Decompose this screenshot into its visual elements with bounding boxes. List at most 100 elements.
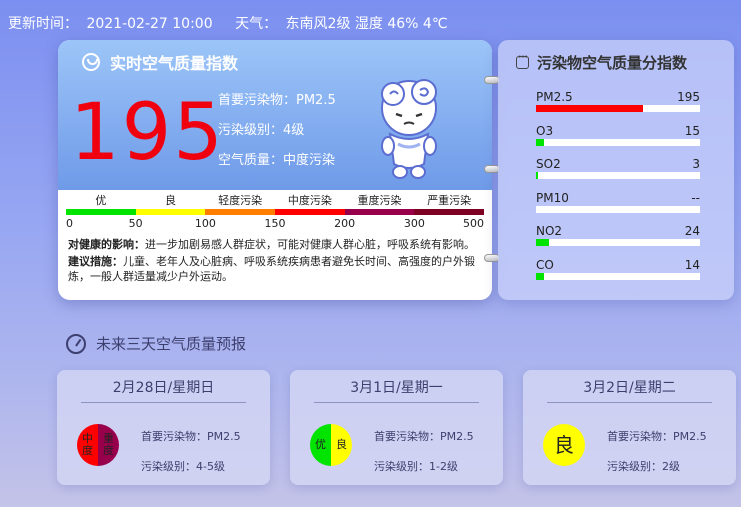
forecast-level-half: 中度	[77, 424, 98, 466]
pollutant-bar-fill	[536, 138, 545, 146]
forecast-day: 3月2日/星期二	[583, 380, 676, 396]
forecast-level-badge: 中度重度	[77, 424, 119, 466]
health-advice: 对健康的影响：进一步加剧易感人群症状，可能对健康人群心脏，呼吸系统有影响。 建议…	[68, 237, 486, 284]
forecast-details: 首要污染物：PM2.5 污染级别：1-2级	[374, 422, 474, 482]
realtime-aqi-card: 实时空气质量指数 195 首要污染物：PM2.5 污染级别：4级 空气质量：中度…	[58, 40, 492, 300]
aqi-scale-ticks: 0 50 100 150 200 300 500	[66, 217, 484, 233]
health-impact: 对健康的影响：进一步加剧易感人群症状，可能对健康人群心脏，呼吸系统有影响。	[68, 237, 486, 252]
aqi-scale-segment	[275, 209, 345, 215]
pollutant-name: NO2	[536, 224, 563, 238]
forecast-title: 未来三天空气质量预报	[66, 333, 246, 354]
top-info-bar: 更新时间： 2021-02-27 10:00 天气： 东南风2级 湿度 46% …	[8, 13, 452, 33]
pollutant-bar-track	[536, 105, 700, 112]
aqi-scale-tick: 500	[463, 217, 484, 230]
pollutant-name: O3	[536, 123, 554, 138]
aqi-scale-segment	[205, 209, 276, 215]
aqi-scale-label: 严重污染	[427, 194, 472, 207]
pollutant-value: --	[691, 190, 700, 205]
pollutant-name: CO	[536, 257, 554, 272]
pollutant-bar-track	[536, 239, 700, 246]
forecast-divider	[81, 402, 246, 403]
aqi-scale-tick: 100	[194, 217, 216, 230]
forecast-details: 首要污染物：PM2.5 污染级别：2级	[607, 422, 707, 482]
pollutant-bar-track	[536, 138, 700, 146]
pollutant-name: PM10	[536, 190, 569, 205]
forecast-card: 3月2日/星期二良 首要污染物：PM2.5 污染级别：2级	[523, 370, 736, 485]
aqi-scale-bar	[66, 209, 485, 215]
pollutant-row: PM10 --	[536, 191, 700, 213]
list-icon	[516, 52, 529, 69]
forecast-primary-pollutant: 首要污染物：PM2.5	[141, 430, 241, 443]
pollutant-bar-track	[536, 205, 700, 213]
forecast-divider	[547, 402, 712, 403]
pollutant-row: NO2 24	[536, 224, 700, 246]
realtime-title-text: 实时空气质量指数	[110, 54, 239, 73]
air-quality-status: 空气质量：中度污染	[218, 153, 336, 168]
suggested-measures-text: 儿童、老年人及心脏病、呼吸系统疾病患者避免长时间、高强度的户外锻炼，一般人群适量…	[68, 255, 475, 283]
pollutant-bar-fill	[536, 272, 545, 280]
pollutant-bar-fill	[536, 172, 538, 179]
forecast-divider	[314, 402, 479, 403]
update-time-label: 更新时间：	[8, 16, 78, 32]
pollutant-value: 14	[684, 257, 700, 272]
forecast-level-half: 重度	[98, 424, 119, 466]
pollutant-index-card: 污染物空气质量分指数 PM2.5 195 O3 15 SO2 3 PM10 -- NO2 24 CO…	[498, 40, 734, 300]
weather-info: 东南风2级 湿度 46% 4℃	[285, 16, 448, 32]
pollutant-title-text: 污染物空气质量分指数	[537, 54, 688, 72]
pollutant-row: PM2.5 195	[536, 90, 700, 112]
aqi-scale-segment	[66, 209, 136, 215]
pollutant-bar-fill	[536, 239, 550, 246]
aqi-scale: 优 良 轻度污染 中度污染 重度污染 严重污染 0 50 100 150 200 300 500	[66, 192, 485, 233]
pollution-level: 污染级别：4级	[218, 123, 305, 138]
smile-icon	[82, 53, 100, 71]
aqi-scale-label: 重度污染	[357, 194, 402, 207]
aqi-scale-tick: 50	[128, 217, 143, 230]
health-impact-label: 对健康的影响：	[68, 238, 145, 251]
pollutant-bar-fill	[536, 105, 643, 112]
forecast-level-badge: 良	[543, 424, 585, 466]
forecast-pollution-level: 污染级别：4-5级	[141, 460, 225, 473]
pollutant-value: 195	[677, 90, 700, 104]
pollutant-title: 污染物空气质量分指数	[516, 52, 687, 73]
pollutant-value: 3	[692, 157, 700, 171]
realtime-details: 首要污染物：PM2.5 污染级别：4级 空气质量：中度污染	[218, 86, 336, 176]
forecast-card: 2月28日/星期日中度重度 首要污染物：PM2.5 污染级别：4-5级	[57, 370, 270, 485]
aqi-scale-segment	[344, 209, 415, 215]
aqi-scale-tick: 300	[403, 217, 425, 230]
primary-pollutant: 首要污染物：PM2.5	[218, 93, 336, 108]
suggested-measures: 建议措施：儿童、老年人及心脏病、呼吸系统疾病患者避免长时间、高强度的户外锻炼，一…	[68, 254, 486, 284]
pollutant-row: CO 14	[536, 258, 700, 280]
pollutant-row: SO2 3	[536, 157, 700, 179]
forecast-card: 3月1日/星期一优良 首要污染物：PM2.5 污染级别：1-2级	[290, 370, 503, 485]
clock-icon	[66, 333, 86, 354]
pollutant-value: 24	[684, 224, 700, 238]
forecast-level-half: 良	[331, 424, 352, 466]
forecast-day: 3月1日/星期一	[350, 380, 443, 396]
forecast-level-half: 良	[543, 424, 585, 466]
realtime-header: 实时空气质量指数 195 首要污染物：PM2.5 污染级别：4级 空气质量：中度…	[58, 40, 492, 190]
aqi-scale-tick: 200	[334, 217, 356, 230]
aqi-scale-label: 中度污染	[287, 194, 332, 207]
mascot-icon	[381, 79, 437, 179]
health-impact-text: 进一步加剧易感人群症状，可能对健康人群心脏，呼吸系统有影响。	[145, 238, 475, 251]
aqi-scale-label: 良	[165, 194, 176, 207]
forecast-level-half: 优	[310, 424, 331, 466]
aqi-scale-tick: 150	[264, 217, 286, 230]
pollutant-bar-track	[536, 272, 700, 280]
aqi-scale-tick: 0	[66, 217, 73, 230]
pollutant-value: 15	[684, 123, 700, 138]
aqi-scale-segment	[414, 209, 485, 215]
forecast-level-badge: 优良	[310, 424, 352, 466]
aqi-scale-label: 轻度污染	[218, 194, 263, 207]
forecast-details: 首要污染物：PM2.5 污染级别：4-5级	[141, 422, 241, 482]
aqi-value: 195	[70, 88, 225, 178]
weather-label: 天气：	[235, 16, 278, 32]
forecast-title-text: 未来三天空气质量预报	[96, 335, 247, 353]
suggested-measures-label: 建议措施：	[68, 255, 123, 268]
forecast-primary-pollutant: 首要污染物：PM2.5	[607, 430, 707, 443]
pollutant-bar-track	[536, 172, 700, 179]
forecast-day: 2月28日/星期日	[112, 380, 215, 396]
forecast-pollution-level: 污染级别：1-2级	[374, 460, 458, 473]
pollutant-name: SO2	[536, 157, 561, 171]
aqi-scale-segment	[135, 209, 206, 215]
